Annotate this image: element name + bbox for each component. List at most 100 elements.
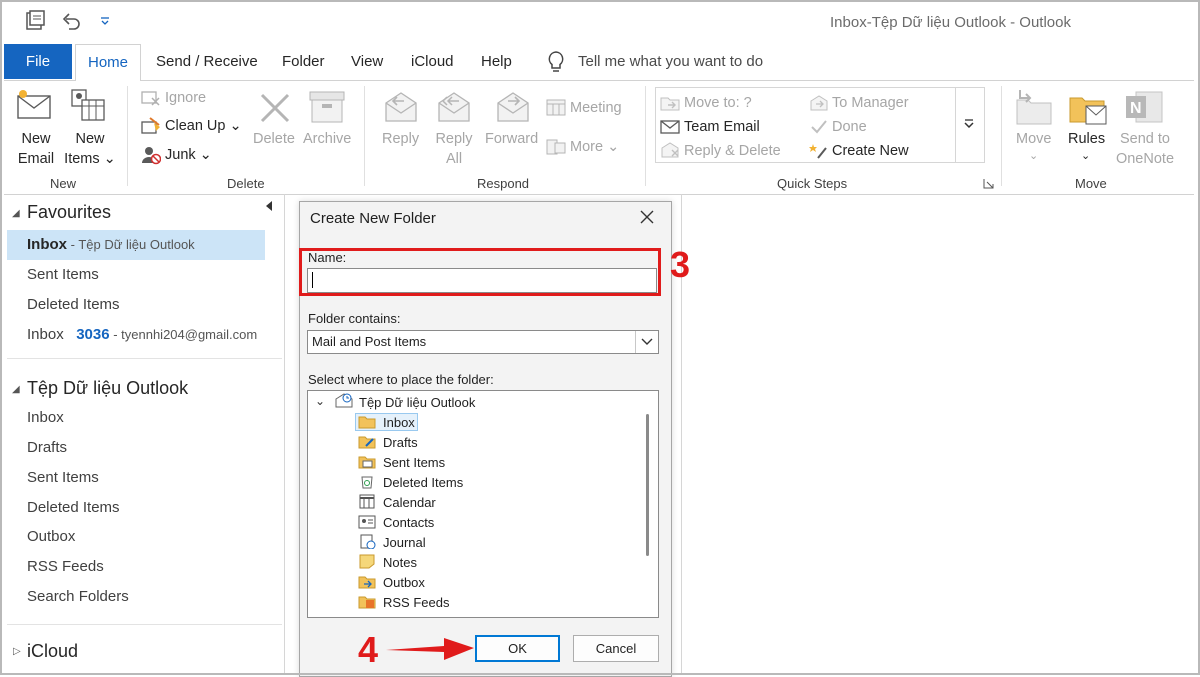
move-dropdown-arrow[interactable]: ⌄ (1029, 149, 1038, 162)
folder-drafts[interactable]: Drafts (27, 439, 67, 456)
tree-item-calendar[interactable]: Calendar (383, 495, 436, 510)
archive-icon[interactable] (308, 90, 346, 124)
rules-dropdown-arrow[interactable]: ⌄ (1081, 149, 1090, 162)
forward-icon[interactable] (494, 89, 532, 125)
data-file-header[interactable]: Tệp Dữ liệu Outlook (27, 378, 188, 399)
archive-button[interactable]: Archive (303, 131, 351, 147)
tree-item-outbox[interactable]: Outbox (383, 575, 425, 590)
folder-rss-feeds[interactable]: RSS Feeds (27, 558, 104, 575)
tab-view[interactable]: View (351, 44, 383, 80)
delete-icon[interactable] (257, 90, 293, 126)
tree-item-drafts[interactable]: Drafts (383, 435, 418, 450)
tree-expand-icon[interactable]: ⌄ (315, 394, 325, 408)
journal-icon (360, 534, 376, 549)
move-to-icon[interactable] (660, 95, 680, 111)
ok-button[interactable]: OK (475, 635, 560, 662)
group-label-move: Move (1075, 176, 1107, 191)
tab-send-receive[interactable]: Send / Receive (156, 44, 258, 80)
fav-sent-items[interactable]: Sent Items (27, 266, 99, 283)
group-label-new: New (50, 176, 77, 191)
undo-icon[interactable] (60, 10, 82, 32)
folder-contains-select[interactable]: Mail and Post Items (307, 330, 659, 354)
folder-inbox[interactable]: Inbox (27, 409, 64, 426)
icloud-header[interactable]: iCloud (27, 641, 78, 662)
tree-item-journal[interactable]: Journal (383, 535, 426, 550)
collapse-pane-icon[interactable] (264, 200, 274, 212)
tab-help[interactable]: Help (481, 44, 512, 80)
reply-button[interactable]: Reply (382, 131, 419, 147)
tree-item-notes[interactable]: Notes (383, 555, 417, 570)
done-icon[interactable] (809, 119, 829, 135)
fav-deleted-items[interactable]: Deleted Items (27, 296, 120, 313)
reply-delete-quickstep[interactable]: Reply & Delete (684, 143, 781, 159)
new-items-label-2: Items ⌄ (64, 151, 116, 167)
tree-item-rss-feeds[interactable]: RSS Feeds (383, 595, 449, 610)
forward-button[interactable]: Forward (485, 131, 538, 147)
new-email-icon[interactable] (16, 88, 54, 122)
to-manager-icon[interactable] (809, 95, 829, 111)
tab-file[interactable]: File (4, 44, 72, 79)
create-new-quickstep[interactable]: Create New (832, 143, 909, 159)
delete-button[interactable]: Delete (253, 131, 295, 147)
folder-deleted-items[interactable]: Deleted Items (27, 499, 120, 516)
caret-down-icon[interactable]: ◢ (12, 208, 20, 219)
meeting-button[interactable]: Meeting (570, 100, 622, 116)
tell-me-search[interactable]: Tell me what you want to do (578, 53, 763, 70)
move-button[interactable]: Move (1016, 131, 1051, 147)
favourites-header[interactable]: Favourites (27, 202, 111, 223)
move-icon[interactable] (1014, 88, 1054, 126)
folder-sent-items[interactable]: Sent Items (27, 469, 99, 486)
cancel-button[interactable]: Cancel (573, 635, 659, 662)
new-items-button[interactable]: New (70, 131, 110, 147)
reply-all-button[interactable]: Reply (434, 131, 474, 147)
done-quickstep[interactable]: Done (832, 119, 867, 135)
chevron-down-icon[interactable] (963, 118, 975, 130)
new-email-button[interactable]: New (16, 131, 56, 147)
tab-home[interactable]: Home (75, 44, 142, 81)
fav-inbox[interactable]: Inbox - Tệp Dữ liệu Outlook (27, 236, 195, 253)
fav-inbox-gmail[interactable]: Inbox 3036 - tyennhi204@gmail.com (27, 326, 257, 343)
ignore-button[interactable]: Ignore (165, 90, 206, 106)
team-email-quickstep[interactable]: Team Email (684, 119, 760, 135)
move-to-quickstep[interactable]: Move to: ? (684, 95, 752, 111)
more-respond-button[interactable]: More ⌄ (570, 139, 619, 155)
folder-outbox[interactable]: Outbox (27, 528, 75, 545)
dialog-launcher-icon[interactable] (983, 178, 994, 189)
create-new-icon[interactable] (809, 142, 829, 160)
reply-all-icon[interactable] (435, 89, 473, 125)
ignore-icon[interactable] (141, 89, 161, 107)
tree-item-deleted-items[interactable]: Deleted Items (383, 475, 463, 490)
group-separator (364, 86, 365, 186)
clean-up-icon[interactable] (141, 117, 161, 135)
send-to-onenote-button[interactable]: Send to (1114, 131, 1176, 147)
more-respond-icon[interactable] (546, 138, 566, 156)
junk-icon[interactable] (141, 145, 161, 165)
tree-root[interactable]: Tệp Dữ liệu Outlook (359, 395, 475, 410)
rules-button[interactable]: Rules (1068, 131, 1105, 147)
caret-down-icon[interactable]: ◢ (12, 384, 20, 395)
meeting-icon[interactable] (546, 98, 566, 116)
pane-separator (284, 194, 285, 675)
lightbulb-icon[interactable] (546, 50, 566, 74)
to-manager-quickstep[interactable]: To Manager (832, 95, 909, 111)
reply-delete-icon[interactable] (660, 142, 680, 158)
tab-icloud[interactable]: iCloud (411, 44, 454, 80)
folder-search-folders[interactable]: Search Folders (27, 588, 129, 605)
junk-button[interactable]: Junk ⌄ (165, 147, 212, 163)
clean-up-button[interactable]: Clean Up ⌄ (165, 118, 242, 134)
new-items-icon[interactable] (70, 88, 108, 122)
tree-scrollbar[interactable] (646, 414, 649, 556)
onenote-icon[interactable]: N (1124, 88, 1164, 126)
team-email-icon[interactable] (660, 119, 680, 135)
tree-item-inbox[interactable]: Inbox (383, 415, 415, 430)
send-receive-all-icon[interactable] (24, 10, 46, 32)
dropdown-button[interactable] (635, 331, 658, 353)
tree-item-sent-items[interactable]: Sent Items (383, 455, 445, 470)
caret-right-icon[interactable]: ▷ (13, 646, 21, 657)
tree-item-contacts[interactable]: Contacts (383, 515, 434, 530)
tab-folder[interactable]: Folder (282, 44, 325, 80)
reply-icon[interactable] (382, 89, 420, 125)
rules-icon[interactable] (1068, 88, 1108, 126)
customize-toolbar-icon[interactable] (98, 14, 112, 28)
close-icon[interactable] (636, 206, 658, 228)
